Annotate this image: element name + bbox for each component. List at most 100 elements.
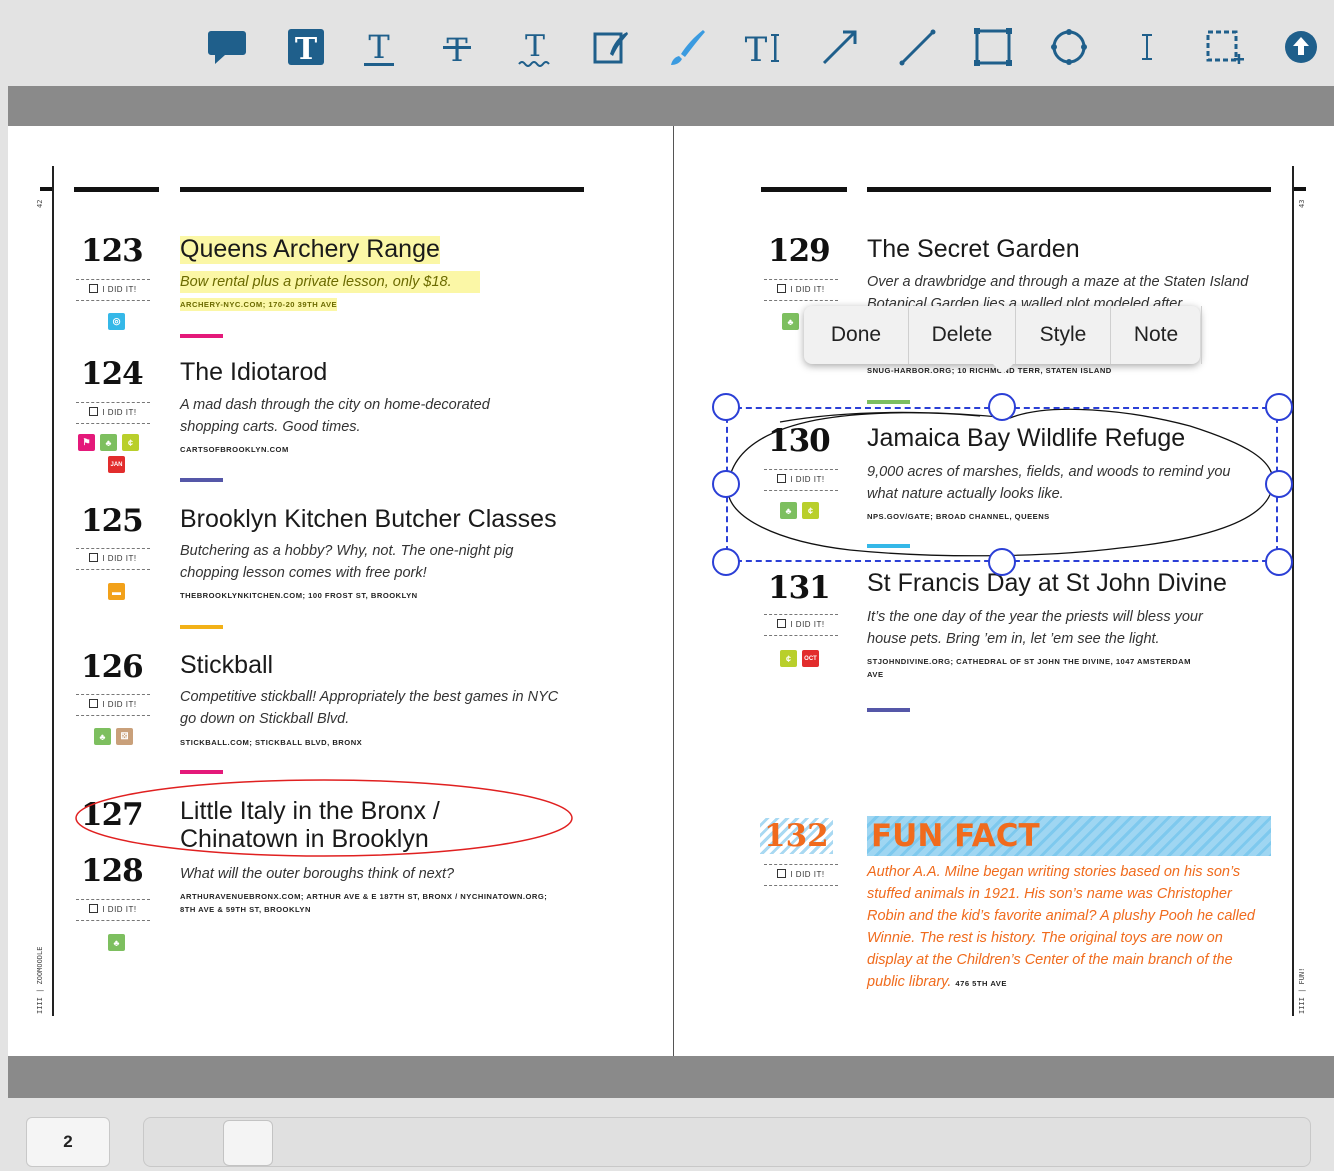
category-icons: ◎ [108, 313, 125, 330]
page-scrubber-thumb[interactable] [223, 1120, 273, 1166]
text-select-tool-icon[interactable] [1122, 22, 1172, 72]
dice-icon: ⚄ [116, 728, 133, 745]
item-number: 131 [768, 570, 831, 606]
signature-tool-icon[interactable] [586, 22, 636, 72]
entry-description: It’s the one day of the year the priests… [867, 609, 1203, 647]
line-tool-icon[interactable] [892, 22, 942, 72]
selection-box[interactable] [726, 407, 1278, 562]
underline-tool-icon[interactable]: T [354, 22, 404, 72]
resize-handle-top[interactable] [988, 393, 1016, 421]
entry-title: Brooklyn Kitchen Butcher Classes [180, 505, 557, 533]
did-it-checkbox[interactable]: I DID IT! [764, 864, 838, 886]
svg-text:T: T [295, 32, 318, 67]
document-bottom-margin [8, 1056, 1334, 1098]
entry-description: Butchering as a hobby? Why, not. The one… [180, 543, 514, 581]
entry-source: THEBROOKLYNKITCHEN.COM; 100 FROST ST, BR… [180, 591, 418, 600]
entry-description: Competitive stickball! Appropriately the… [180, 689, 559, 727]
ellipse-tool-icon[interactable] [1044, 22, 1094, 72]
resize-handle-top-right[interactable] [1265, 393, 1293, 421]
style-button[interactable]: Style [1016, 306, 1111, 364]
item-number: 126 [81, 649, 144, 685]
did-it-checkbox[interactable]: I DID IT! [76, 899, 150, 921]
left-page-number: 42 [36, 199, 44, 208]
free-text-tool-icon[interactable]: T [738, 22, 788, 72]
svg-text:T: T [368, 28, 390, 66]
category-icons: ▬ [108, 583, 125, 600]
right-side-rule [1292, 166, 1294, 1016]
delete-button[interactable]: Delete [909, 306, 1016, 364]
money-icon: ¢ [780, 650, 797, 667]
category-icons: ♣ [108, 934, 125, 951]
rectangle-tool-icon[interactable] [968, 22, 1018, 72]
entry-source: STICKBALL.COM; STICKBALL BLVD, BRONX [180, 738, 363, 747]
entry-description: What will the outer boroughs think of ne… [180, 866, 455, 882]
calendar-icon: JAN [108, 456, 125, 473]
fun-fact-number: 132 [760, 818, 833, 854]
left-side-rule [52, 166, 54, 1016]
tree-icon: ♣ [94, 728, 111, 745]
entry-title: Stickball [180, 651, 274, 679]
area-select-tool-icon[interactable] [1198, 22, 1248, 72]
fun-fact-source: 476 5TH AVE [955, 979, 1007, 988]
menu-pointer [992, 363, 1014, 374]
did-it-checkbox[interactable]: I DID IT! [76, 279, 150, 301]
entry-source: CARTSOFBROOKLYN.COM [180, 445, 289, 454]
text-highlight-tool-icon[interactable]: T [281, 22, 331, 72]
right-page: 43 IIII | FUN! 129 I DID IT! ♣ The Secre… [674, 126, 1334, 1056]
did-it-checkbox[interactable]: I DID IT! [764, 614, 838, 636]
ellipse-annotation[interactable] [72, 776, 584, 860]
header-rule-short [74, 187, 159, 192]
calendar-icon: OCT [802, 650, 819, 667]
category-bar [180, 478, 223, 482]
corner-mark [1294, 187, 1306, 191]
did-it-checkbox[interactable]: I DID IT! [76, 402, 150, 424]
tree-icon: ♣ [108, 934, 125, 951]
resize-handle-left[interactable] [712, 470, 740, 498]
entry-title: Queens Archery Range [180, 235, 440, 264]
strikeout-tool-icon[interactable]: T [432, 22, 482, 72]
resize-handle-bottom[interactable] [988, 548, 1016, 576]
comment-tool-icon[interactable] [202, 22, 252, 72]
resize-handle-top-left[interactable] [712, 393, 740, 421]
item-number: 128 [81, 853, 144, 889]
item-number: 125 [81, 503, 144, 539]
document-top-margin [8, 86, 1334, 126]
sports-icon: ◎ [108, 313, 125, 330]
header-rule-short [761, 187, 847, 192]
did-it-checkbox[interactable]: I DID IT! [764, 279, 838, 301]
entry-title: The Secret Garden [867, 235, 1080, 263]
svg-text:T: T [745, 30, 768, 69]
done-button[interactable]: Done [804, 306, 909, 364]
page-number-indicator[interactable]: 2 [26, 1117, 110, 1167]
resize-handle-right[interactable] [1265, 470, 1293, 498]
svg-text:T: T [525, 29, 545, 64]
note-button[interactable]: Note [1111, 306, 1202, 364]
money-icon: ¢ [122, 434, 139, 451]
category-bar [180, 625, 223, 629]
category-icons: ⚑ ♣ ¢ [78, 434, 139, 451]
did-it-checkbox[interactable]: I DID IT! [76, 548, 150, 570]
entry-title: The Idiotarod [180, 358, 328, 386]
upload-tool-icon[interactable] [1276, 22, 1326, 72]
did-it-checkbox[interactable]: I DID IT! [76, 694, 150, 716]
svg-text:T: T [446, 31, 468, 69]
tree-icon: ♣ [782, 313, 799, 330]
left-page: 42 IIII | ZOOMOODLE 123 I DID IT! ◎ Quee… [8, 126, 673, 1056]
page-scrubber[interactable] [143, 1117, 1311, 1167]
arrow-tool-icon[interactable] [814, 22, 864, 72]
squiggly-tool-icon[interactable]: T [510, 22, 560, 72]
category-bar [180, 770, 223, 774]
category-bar [867, 708, 910, 712]
right-page-number: 43 [1298, 199, 1306, 208]
header-rule-long [867, 187, 1271, 192]
category-icons: ♣ ⚄ [94, 728, 133, 745]
category-bar [180, 334, 223, 338]
flag-icon: ⚑ [78, 434, 95, 451]
resize-handle-bottom-right[interactable] [1265, 548, 1293, 576]
left-page-footer: IIII | ZOOMOODLE [36, 946, 44, 1014]
freehand-tool-icon[interactable] [662, 22, 712, 72]
fun-fact-title: FUN FACT [867, 816, 1271, 856]
entry-title: St Francis Day at St John Divine [867, 569, 1227, 597]
resize-handle-bottom-left[interactable] [712, 548, 740, 576]
corner-mark [40, 187, 52, 191]
